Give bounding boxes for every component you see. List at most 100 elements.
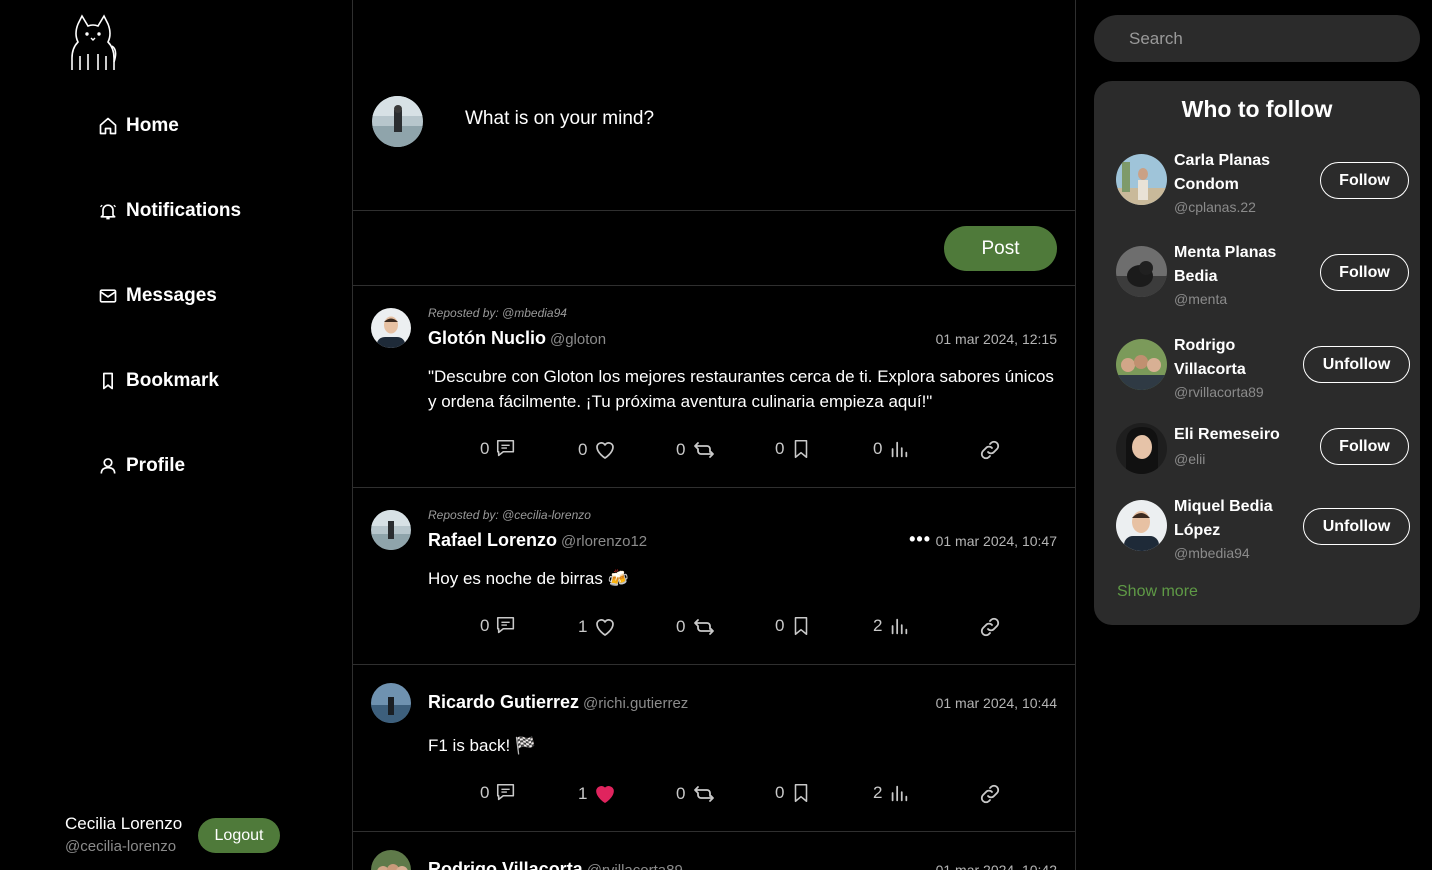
views-action[interactable]: 2 — [873, 615, 910, 637]
follow-button[interactable]: Follow — [1320, 162, 1409, 199]
nav-item-profile[interactable]: Profile — [98, 448, 241, 484]
who-to-follow-panel: Who to follow Carla Planas Condom @cplana… — [1094, 81, 1420, 625]
post-avatar[interactable] — [371, 308, 411, 348]
unfollow-button[interactable]: Unfollow — [1303, 508, 1410, 545]
views-action[interactable]: 2 — [873, 782, 910, 804]
logout-button[interactable]: Logout — [198, 818, 280, 853]
repost-label: Reposted by: @mbedia94 — [428, 306, 567, 320]
repost-action[interactable]: 0 — [676, 782, 717, 806]
composer-actions: Post — [353, 211, 1075, 286]
bookmark-action[interactable]: 0 — [775, 438, 812, 460]
post-author-name: Ricardo Gutierrez — [428, 692, 580, 712]
post-button[interactable]: Post — [944, 226, 1057, 271]
post-date: 01 mar 2024, 12:15 — [935, 331, 1057, 347]
suggestion-name[interactable]: Eli Remeseiro — [1174, 423, 1280, 447]
views-count: 0 — [873, 439, 883, 458]
main-nav: Home Notifications Messages Bookmark Pro… — [98, 108, 241, 533]
suggestion-avatar[interactable] — [1116, 423, 1167, 474]
bookmark-action[interactable]: 0 — [775, 782, 812, 804]
share-link-action[interactable] — [978, 782, 1002, 806]
nav-item-notifications[interactable]: Notifications — [98, 193, 241, 229]
suggestion-handle: @elii — [1174, 451, 1206, 467]
follow-button[interactable]: Follow — [1320, 254, 1409, 291]
suggestion-name[interactable]: Rodrigo Villacorta — [1174, 334, 1246, 382]
suggestion-name[interactable]: Menta Planas Bedia — [1174, 241, 1276, 289]
post-text: "Descubre con Gloton los mejores restaur… — [428, 367, 1054, 411]
home-icon — [98, 116, 118, 136]
suggestion-name[interactable]: Miquel Bedia López — [1174, 495, 1273, 543]
left-sidebar: Home Notifications Messages Bookmark Pro… — [0, 0, 353, 870]
comment-icon — [497, 616, 515, 634]
current-user-name: Cecilia Lorenzo — [65, 814, 183, 833]
share-link-action[interactable] — [978, 615, 1002, 639]
post-author-handle: @rvillacorta89 — [587, 862, 683, 870]
follow-button[interactable]: Follow — [1320, 428, 1409, 465]
repost-label: Reposted by: @cecilia-lorenzo — [428, 508, 591, 522]
post-avatar[interactable] — [371, 683, 411, 723]
link-icon — [980, 440, 1000, 460]
like-action[interactable]: 1 — [578, 615, 617, 639]
comment-count: 0 — [480, 616, 490, 635]
search-input[interactable] — [1094, 15, 1420, 62]
post-date: 01 mar 2024, 10:42 — [935, 862, 1057, 870]
suggestion-name[interactable]: Carla Planas Condom — [1174, 149, 1270, 197]
cat-logo-icon[interactable] — [68, 14, 118, 74]
like-count: 1 — [578, 617, 588, 636]
post-author-name: Rodrigo Villacorta — [428, 859, 583, 870]
nav-label: Notifications — [126, 200, 242, 221]
current-user: Cecilia Lorenzo @cecilia-lorenzo — [65, 814, 182, 855]
suggestion-avatar[interactable] — [1116, 154, 1167, 205]
repost-action[interactable]: 0 — [676, 438, 717, 462]
post-author[interactable]: Ricardo Gutierrez @richi.gutierrez — [428, 692, 688, 713]
comment-icon — [497, 783, 515, 801]
suggestion-handle: @cplanas.22 — [1174, 199, 1256, 215]
bookmark-icon — [795, 783, 808, 803]
comment-action[interactable]: 0 — [480, 615, 517, 637]
post-author[interactable]: Rodrigo Villacorta @rvillacorta89 — [428, 859, 683, 870]
like-action[interactable]: 0 — [578, 438, 617, 462]
post[interactable]: Ricardo Gutierrez @richi.gutierrez 01 mar… — [353, 665, 1075, 832]
post-author[interactable]: Rafael Lorenzo @rlorenzo12 — [428, 530, 647, 551]
suggestion-avatar[interactable] — [1116, 339, 1167, 390]
comment-action[interactable]: 0 — [480, 438, 517, 460]
nav-item-bookmark[interactable]: Bookmark — [98, 363, 241, 399]
post[interactable]: Rodrigo Villacorta @rvillacorta89 01 mar … — [353, 832, 1075, 870]
follow-suggestion: Menta Planas Bedia @menta Follow — [1116, 241, 1416, 311]
mail-icon — [98, 286, 118, 306]
unfollow-button[interactable]: Unfollow — [1303, 346, 1410, 383]
post-author-handle: @gloton — [549, 331, 607, 348]
heart-icon — [596, 619, 615, 636]
suggestion-avatar[interactable] — [1116, 246, 1167, 297]
like-action[interactable]: 1 — [578, 782, 617, 806]
composer-input[interactable]: What is on your mind? — [465, 108, 654, 130]
views-icon — [892, 441, 908, 458]
nav-label: Bookmark — [126, 370, 219, 391]
more-options-icon[interactable]: ••• — [909, 529, 931, 550]
bookmark-action[interactable]: 0 — [775, 615, 812, 637]
suggestion-handle: @mbedia94 — [1174, 545, 1250, 561]
repost-count: 0 — [676, 617, 686, 636]
nav-item-messages[interactable]: Messages — [98, 278, 241, 314]
share-link-action[interactable] — [978, 438, 1002, 462]
post[interactable]: Reposted by: @cecilia-lorenzo Rafael Lor… — [353, 488, 1075, 665]
nav-item-home[interactable]: Home — [98, 108, 241, 144]
post-avatar[interactable] — [371, 850, 411, 870]
post[interactable]: Reposted by: @mbedia94 Glotón Nuclio @glo… — [353, 286, 1075, 488]
post-avatar[interactable] — [371, 510, 411, 550]
comment-action[interactable]: 0 — [480, 782, 517, 804]
post-author-handle: @richi.gutierrez — [583, 695, 689, 712]
bell-icon — [98, 201, 118, 221]
repost-action[interactable]: 0 — [676, 615, 717, 639]
views-action[interactable]: 0 — [873, 438, 910, 460]
repost-icon — [694, 786, 715, 802]
repost-icon — [694, 442, 715, 458]
suggestion-avatar[interactable] — [1116, 500, 1167, 551]
post-author[interactable]: Glotón Nuclio @gloton — [428, 328, 606, 349]
feed: What is on your mind? Post Reposted by: … — [353, 0, 1076, 870]
bookmark-icon — [98, 371, 118, 391]
post-author-handle: @rlorenzo12 — [561, 533, 648, 550]
show-more-link[interactable]: Show more — [1117, 583, 1198, 601]
nav-label: Home — [126, 115, 179, 136]
link-icon — [980, 617, 1000, 637]
composer-avatar — [372, 96, 423, 147]
